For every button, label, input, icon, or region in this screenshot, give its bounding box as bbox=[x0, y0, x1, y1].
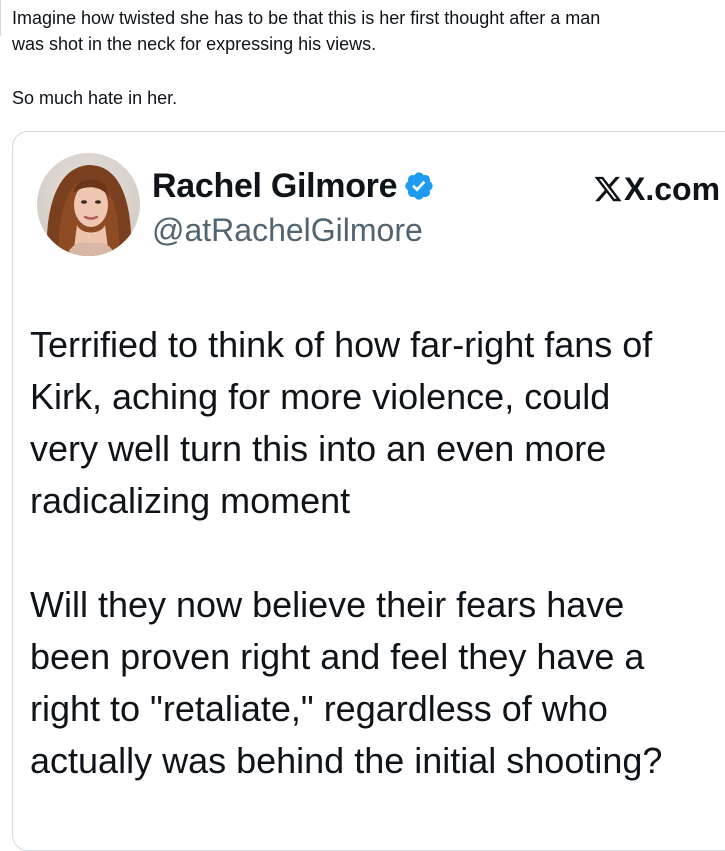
tweet-text-line: right to "retaliate," regardless of who bbox=[30, 688, 608, 729]
avatar-image bbox=[37, 153, 140, 256]
tweet-text-line: very well turn this into an even more bbox=[30, 428, 607, 469]
post-text: Imagine how twisted she has to be that t… bbox=[12, 5, 722, 111]
author-name-row[interactable]: Rachel Gilmore bbox=[152, 166, 435, 206]
source-site-label: X.com bbox=[624, 170, 721, 207]
post-text-closing: So much hate in her. bbox=[12, 88, 178, 108]
tweet-text-line: Terrified to think of how far-right fans… bbox=[30, 324, 653, 365]
tweet-text-line: actually was behind the initial shooting… bbox=[30, 740, 663, 781]
tweet-text-line: Will they now believe their fears have bbox=[30, 584, 625, 625]
tweet-text-line: been proven right and feel they have a bbox=[30, 636, 645, 677]
avatar[interactable] bbox=[37, 153, 140, 256]
post-text-line: was shot in the neck for expressing his … bbox=[12, 34, 377, 54]
tweet-text-line: Kirk, aching for more violence, could bbox=[30, 376, 611, 417]
tweet-text-line: radicalizing moment bbox=[30, 480, 351, 521]
author-name[interactable]: Rachel Gilmore bbox=[152, 167, 398, 206]
thread-connector-line bbox=[0, 0, 1, 36]
x-logo-icon bbox=[594, 176, 622, 202]
quoted-tweet-text: Terrified to think of how far-right fans… bbox=[30, 319, 725, 787]
post-text-line: Imagine how twisted she has to be that t… bbox=[12, 8, 601, 28]
source-site-link[interactable]: X.com bbox=[593, 170, 720, 208]
verified-badge-icon bbox=[405, 172, 433, 200]
author-handle[interactable]: @atRachelGilmore bbox=[152, 212, 423, 249]
quoted-tweet-card[interactable]: Rachel Gilmore @atRachelGilmore X.com Te… bbox=[12, 131, 725, 851]
